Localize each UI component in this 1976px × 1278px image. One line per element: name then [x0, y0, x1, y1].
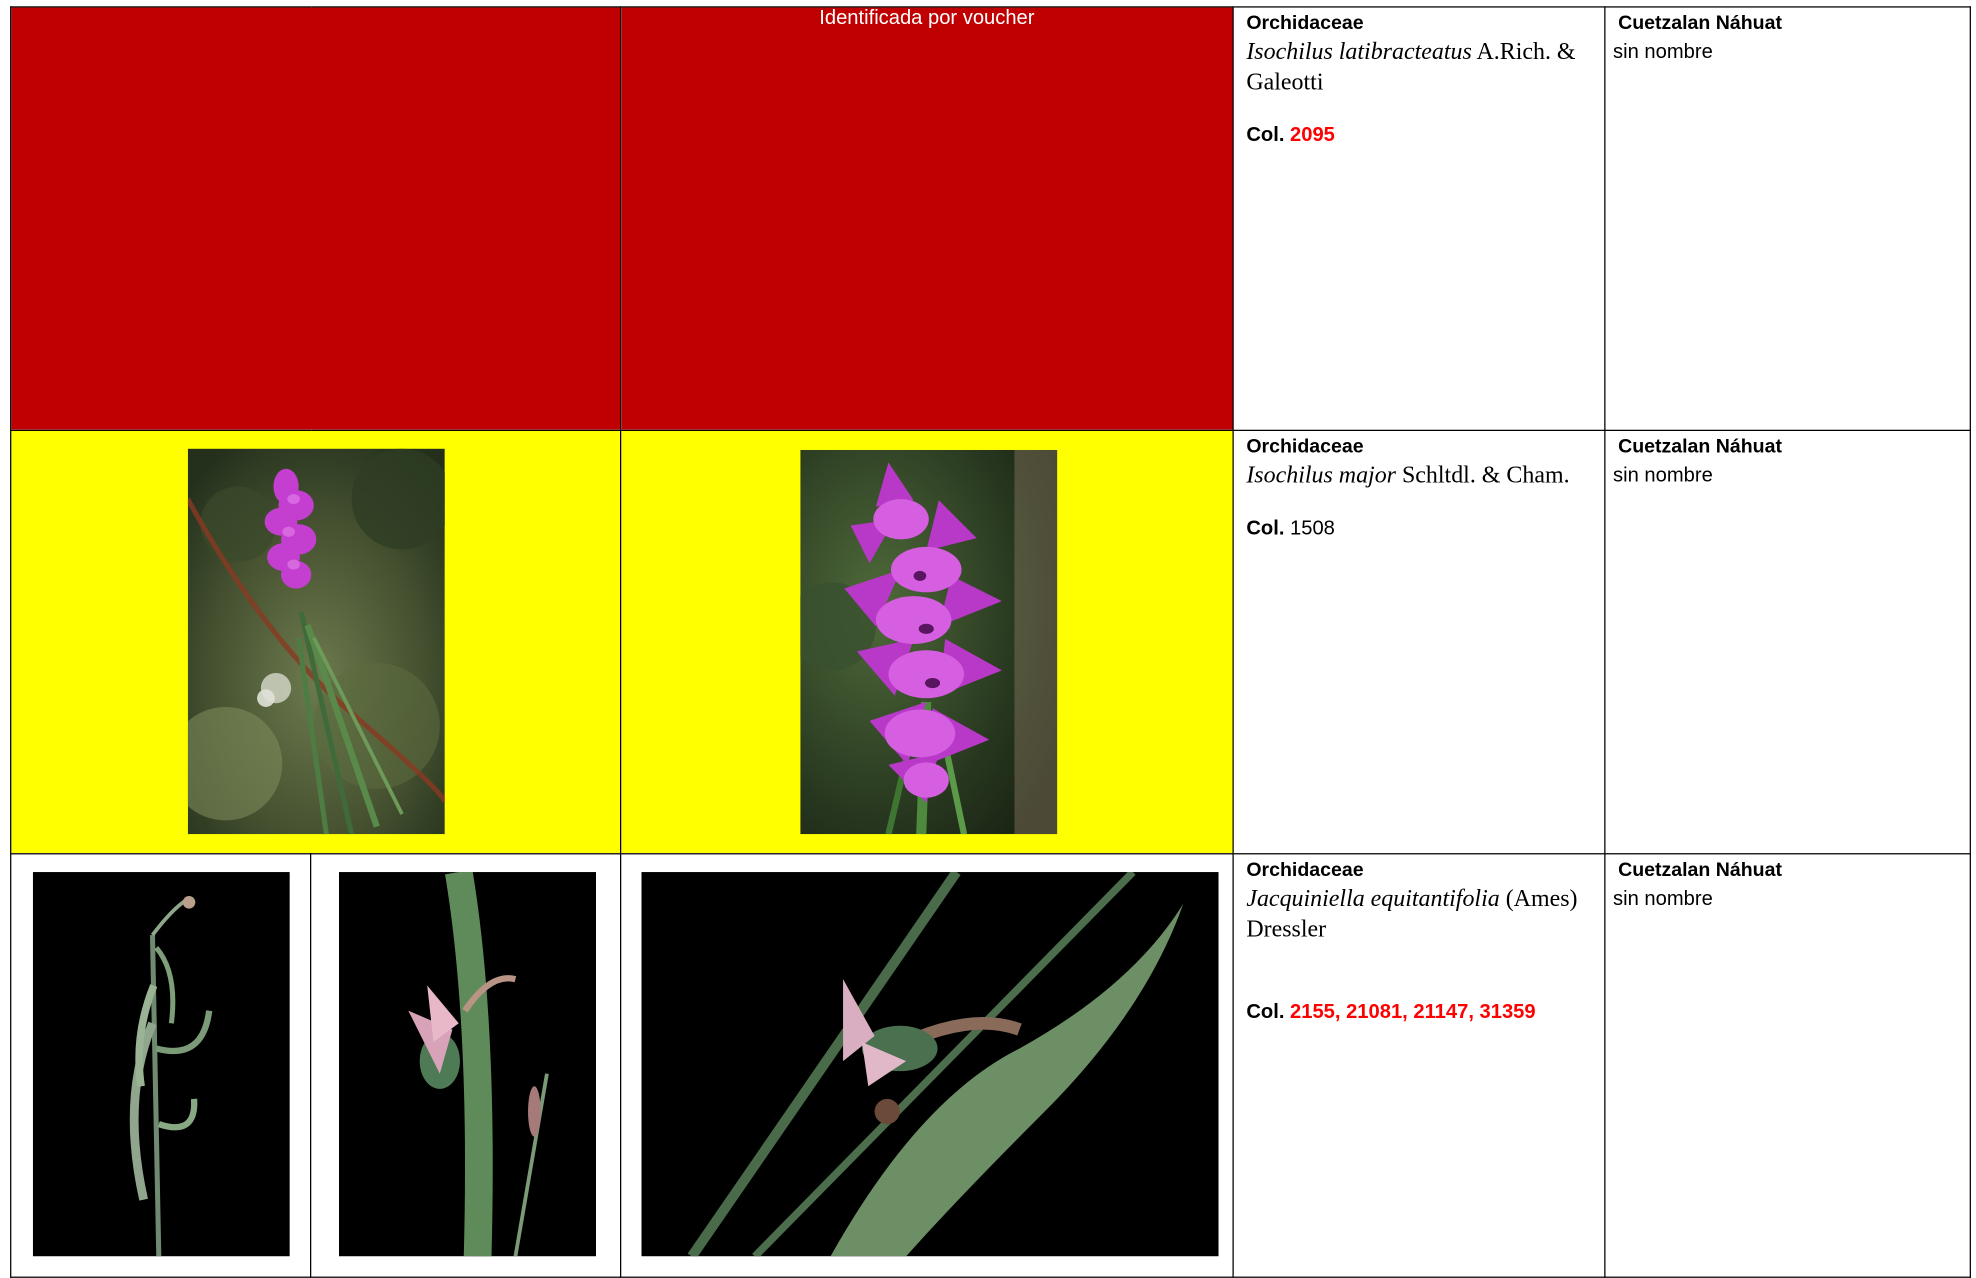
family-name: Orchidaceae	[1246, 436, 1364, 458]
orchid-photo-flower-closeup	[800, 449, 1058, 835]
local-name-cell: Cuetzalan Náhuat sin nombre	[1604, 853, 1971, 1278]
species-table: Identificada por voucher Orchidaceae Iso…	[10, 6, 1971, 1278]
region-name: Cuetzalan Náhuat	[1618, 859, 1783, 881]
orchid-photo-habit	[187, 448, 445, 835]
col-label: Col.	[1246, 517, 1285, 540]
orchid-photo-leaf-black-bg	[641, 872, 1219, 1257]
collection-numbers: Col. 2155, 21081, 21147, 31359	[1246, 1002, 1591, 1025]
voucher-label: Identificada por voucher	[819, 7, 1035, 29]
photo-cell-empty	[10, 6, 622, 431]
species-name: Isochilus major Schltdl. & Cham.	[1246, 461, 1591, 491]
photo-cell	[10, 853, 312, 1278]
orchid-photo-flower-black-bg	[338, 872, 597, 1257]
photo-cell	[620, 853, 1234, 1278]
species-binomial: Jacquiniella equitantifolia	[1246, 885, 1500, 913]
photo-cell	[10, 429, 622, 855]
taxon-cell: Orchidaceae Isochilus latibracteatus A.R…	[1232, 6, 1606, 431]
species-name: Jacquiniella equitantifolia (Ames) Dress…	[1246, 885, 1591, 945]
region-name: Cuetzalan Náhuat	[1618, 436, 1783, 458]
family-name: Orchidaceae	[1246, 859, 1364, 881]
local-name-cell: Cuetzalan Náhuat sin nombre	[1604, 6, 1971, 431]
table-row: Identificada por voucher Orchidaceae Iso…	[10, 6, 1971, 431]
collection-numbers: Col. 1508	[1246, 518, 1591, 541]
local-name-cell: Cuetzalan Náhuat sin nombre	[1604, 429, 1971, 855]
col-number: 2155, 21081, 21147, 31359	[1290, 1001, 1536, 1024]
region-name: Cuetzalan Náhuat	[1618, 12, 1783, 35]
table-row: Orchidaceae Jacquiniella equitantifolia …	[10, 853, 1971, 1278]
species-binomial: Isochilus latibracteatus	[1246, 39, 1472, 66]
taxon-cell: Orchidaceae Jacquiniella equitantifolia …	[1232, 853, 1606, 1278]
orchid-photo-plant-black-bg	[32, 872, 290, 1257]
photo-cell	[310, 853, 622, 1278]
col-label: Col.	[1246, 1001, 1285, 1024]
local-name: sin nombre	[1613, 465, 1713, 487]
collection-numbers: Col. 2095	[1246, 125, 1591, 148]
table-row: Orchidaceae Isochilus major Schltdl. & C…	[10, 429, 1971, 855]
species-name: Isochilus latibracteatus A.Rich. & Galeo…	[1246, 38, 1591, 98]
col-label: Col.	[1246, 124, 1285, 147]
local-name: sin nombre	[1613, 888, 1713, 910]
col-number: 2095	[1290, 124, 1335, 147]
local-name: sin nombre	[1613, 41, 1713, 64]
col-number: 1508	[1290, 517, 1335, 540]
family-name: Orchidaceae	[1246, 12, 1364, 35]
species-author: Schltdl. & Cham.	[1395, 462, 1570, 489]
species-binomial: Isochilus major	[1246, 462, 1396, 489]
voucher-cell: Identificada por voucher	[620, 6, 1234, 431]
taxon-cell: Orchidaceae Isochilus major Schltdl. & C…	[1232, 429, 1606, 855]
photo-cell	[620, 429, 1234, 855]
